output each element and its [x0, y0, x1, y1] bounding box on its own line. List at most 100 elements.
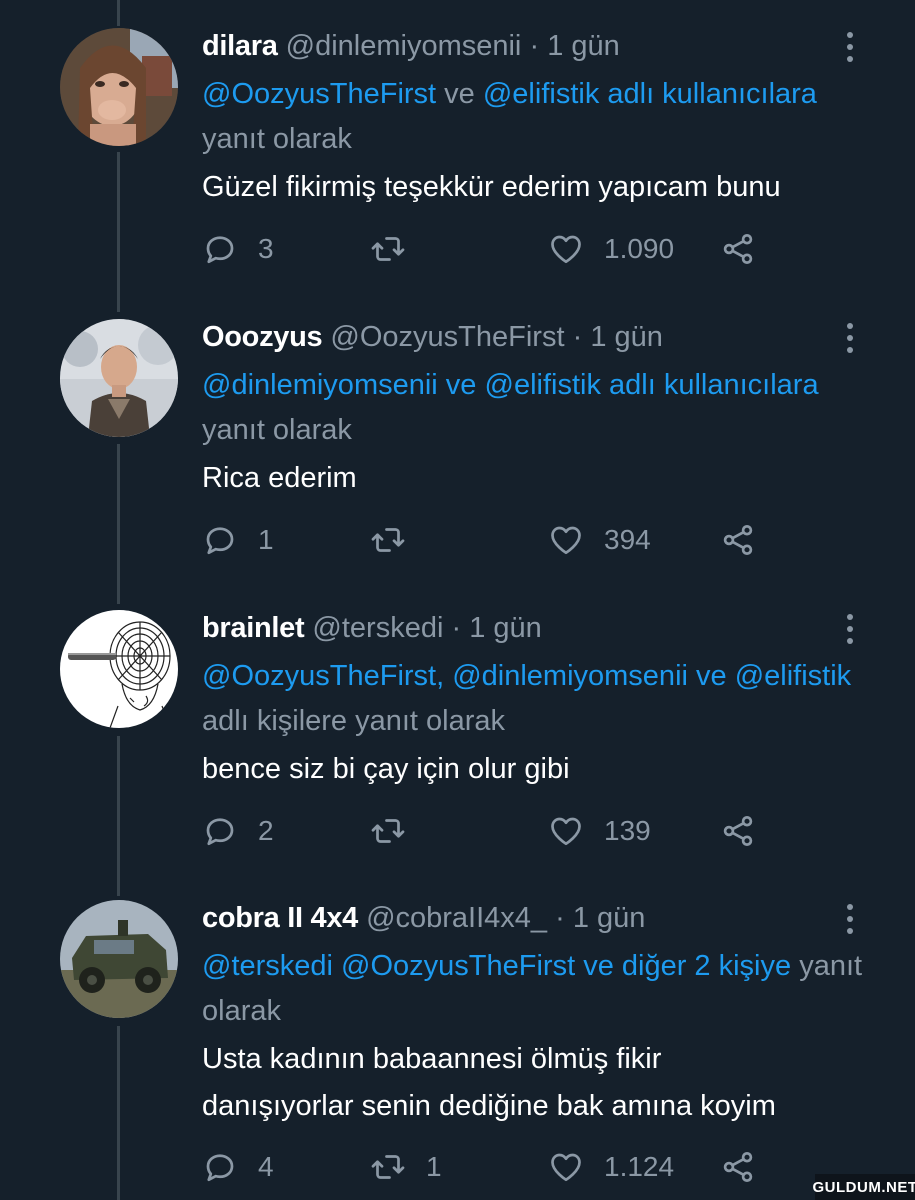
- retweet-button[interactable]: [370, 229, 426, 269]
- mention-link[interactable]: @OozyusTheFirst: [202, 78, 436, 110]
- action-bar: 3 1.090: [202, 229, 902, 269]
- action-bar: 2 139: [202, 811, 902, 851]
- avatar[interactable]: [60, 900, 178, 1018]
- reply-icon: [206, 527, 234, 555]
- user-handle[interactable]: @cobraII4x4_: [366, 902, 547, 934]
- action-bar: 1 394: [202, 520, 902, 560]
- like-button[interactable]: 1.124: [548, 1147, 674, 1187]
- share-icon: [723, 1152, 753, 1182]
- like-icon: [551, 1153, 581, 1182]
- mention-link[interactable]: @elifistik: [485, 369, 601, 401]
- tweet-text-line: Rica ederim: [202, 462, 357, 494]
- mention-link[interactable]: @terskedi @OozyusTheFirst: [202, 950, 575, 982]
- mention-link[interactable]: ve: [696, 660, 727, 692]
- like-count: 1.090: [604, 233, 675, 264]
- mention-link[interactable]: @OozyusTheFirst, @dinlemiyomsenii: [202, 660, 688, 692]
- timestamp[interactable]: 1 gün: [590, 321, 663, 353]
- thread-line: [117, 444, 120, 604]
- reply-button[interactable]: 1: [202, 520, 274, 560]
- retweet-icon: [371, 528, 405, 552]
- display-name[interactable]: brainlet: [202, 612, 305, 644]
- like-button[interactable]: 1.090: [548, 229, 674, 269]
- display-name[interactable]: dilara: [202, 30, 278, 62]
- reply-button[interactable]: 4: [202, 1147, 274, 1187]
- more-icon[interactable]: [838, 902, 862, 936]
- more-icon[interactable]: [838, 612, 862, 646]
- avatar[interactable]: [60, 610, 178, 728]
- retweet-count: 1: [426, 1151, 442, 1182]
- reply-button[interactable]: 3: [202, 229, 274, 269]
- timestamp[interactable]: 1 gün: [469, 612, 542, 644]
- like-count: 139: [604, 815, 651, 846]
- tweet-text: bence siz bi çay için olur gibi: [202, 746, 882, 793]
- thread-line: [117, 0, 120, 26]
- share-button[interactable]: [720, 1147, 776, 1187]
- retweet-icon: [371, 237, 405, 261]
- avatar[interactable]: [60, 28, 178, 146]
- timestamp[interactable]: 1 gün: [573, 902, 646, 934]
- like-button[interactable]: 394: [548, 520, 651, 560]
- reply-count: 3: [258, 233, 274, 264]
- reply-button[interactable]: 2: [202, 811, 274, 851]
- thread-line: [117, 1026, 120, 1200]
- tweet-text: Güzel fikirmiş teşekkür ederim yapıcam b…: [202, 164, 882, 211]
- reply-count: 4: [258, 1151, 274, 1182]
- tweet-header: Ooozyus @OozyusTheFirst · 1 gün: [202, 319, 663, 355]
- reply-text: [688, 660, 696, 692]
- mention-link[interactable]: adlı kullanıcılara: [601, 369, 819, 401]
- user-handle[interactable]: @terskedi: [312, 612, 443, 644]
- reply-text: adlı kişilere yanıt olarak: [202, 705, 506, 737]
- tweet-text: Rica ederim: [202, 455, 882, 502]
- like-icon: [551, 526, 581, 555]
- reply-icon: [206, 236, 234, 264]
- retweet-button[interactable]: 1: [370, 1147, 442, 1187]
- avatar-image: [60, 319, 178, 437]
- reply-text: yanıt olarak: [202, 414, 352, 446]
- reply-count: 2: [258, 815, 274, 846]
- retweet-icon: [371, 819, 405, 843]
- mention-link[interactable]: @elifistik: [727, 660, 851, 692]
- mention-link[interactable]: @elifistik: [483, 78, 599, 110]
- share-button[interactable]: [720, 229, 776, 269]
- avatar-image: [60, 900, 178, 1018]
- watermark: GULDUM.NET: [813, 1174, 915, 1200]
- tweet-text-line: Güzel fikirmiş teşekkür ederim yapıcam b…: [202, 171, 781, 203]
- mention-link[interactable]: ve diğer 2 kişiye: [583, 950, 791, 982]
- mention-link[interactable]: adlı kullanıcılara: [599, 78, 817, 110]
- tweet-text-line: Usta kadının babaannesi ölmüş fikir: [202, 1043, 662, 1075]
- more-icon[interactable]: [838, 30, 862, 64]
- timestamp[interactable]: 1 gün: [547, 30, 620, 62]
- share-button[interactable]: [720, 520, 776, 560]
- like-count: 394: [604, 524, 651, 555]
- thread-line: [117, 152, 120, 312]
- share-icon: [723, 234, 753, 264]
- tweet-header: brainlet @terskedi · 1 gün: [202, 610, 542, 646]
- user-handle[interactable]: @dinlemiyomsenii: [286, 30, 522, 62]
- user-handle[interactable]: @OozyusTheFirst: [330, 321, 564, 353]
- display-name[interactable]: Ooozyus: [202, 321, 323, 353]
- separator-dot: ·: [572, 321, 583, 353]
- tweet-text-line: danışıyorlar senin dediğine bak amına ko…: [202, 1090, 776, 1122]
- retweet-button[interactable]: [370, 811, 426, 851]
- reply-text: [575, 950, 583, 982]
- separator-dot: ·: [529, 30, 540, 62]
- like-icon: [551, 235, 581, 264]
- tweet-header: dilara @dinlemiyomsenii · 1 gün: [202, 28, 620, 64]
- display-name[interactable]: cobra II 4x4: [202, 902, 358, 934]
- retweet-button[interactable]: [370, 520, 426, 560]
- mention-link[interactable]: @dinlemiyomsenii: [202, 369, 438, 401]
- retweet-icon: [371, 1155, 405, 1179]
- like-count: 1.124: [604, 1151, 675, 1182]
- tweet-text: Usta kadının babaannesi ölmüş fikir danı…: [202, 1036, 882, 1130]
- avatar-image: [60, 28, 178, 146]
- share-button[interactable]: [720, 811, 776, 851]
- reply-icon: [206, 1154, 234, 1182]
- like-button[interactable]: 139: [548, 811, 651, 851]
- reply-context: @terskedi @OozyusTheFirst ve diğer 2 kiş…: [202, 944, 882, 1034]
- more-icon[interactable]: [838, 321, 862, 355]
- like-icon: [551, 817, 581, 846]
- avatar[interactable]: [60, 319, 178, 437]
- reply-text: ve: [436, 78, 483, 110]
- share-icon: [723, 525, 753, 555]
- reply-context: @OozyusTheFirst, @dinlemiyomsenii ve @el…: [202, 654, 882, 744]
